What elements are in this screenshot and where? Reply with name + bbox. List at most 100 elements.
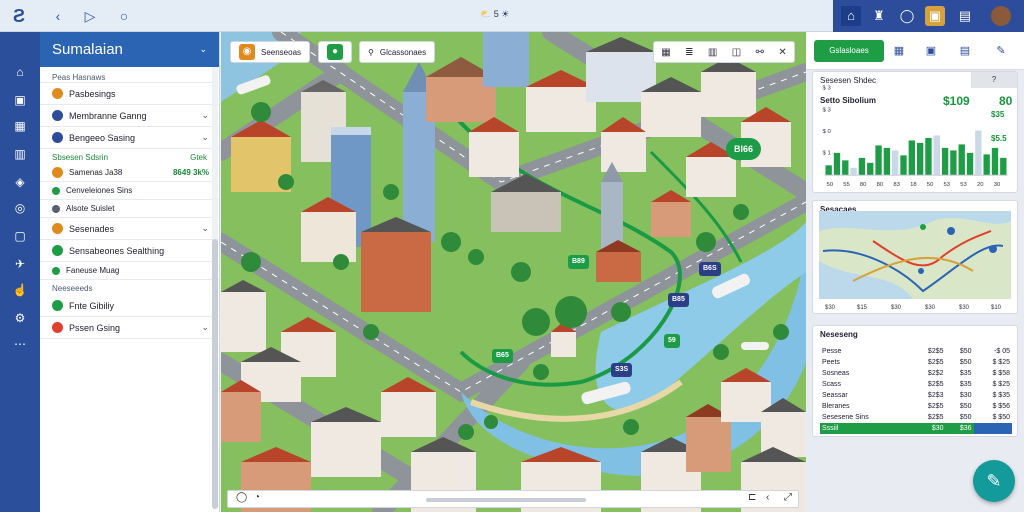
sidebar-item[interactable]: Faneuse Muag [40, 262, 219, 280]
axis-tick: $15 [857, 305, 868, 311]
tile-icon[interactable]: ▣ [10, 90, 30, 110]
map-location-chip[interactable]: ● [318, 41, 352, 63]
chevron-down-icon[interactable]: ⌄ [201, 223, 209, 234]
layers-icon[interactable]: ≣ [685, 47, 693, 58]
edit-icon[interactable]: ✎ [992, 42, 1010, 60]
gear-icon[interactable]: ⚙ [10, 308, 30, 328]
chart-bar[interactable] [916, 142, 924, 176]
map-pin[interactable]: B65 [492, 349, 513, 363]
person-icon[interactable]: ♜ [869, 6, 889, 26]
sidebar-item[interactable]: Pasbesings [40, 83, 219, 105]
briefcase-icon[interactable]: ▦ [10, 116, 30, 136]
chart-bar[interactable] [875, 145, 882, 176]
primary-action-button[interactable]: Gslasloaes [814, 40, 884, 62]
sidebar-item[interactable]: Fnte Gibiliy [40, 295, 219, 317]
back-icon[interactable]: ‹ [48, 6, 68, 26]
chart-bar[interactable] [833, 152, 841, 176]
map-toolbar: ▦ ≣ ▥ ◫ ⚯ ✕ [653, 41, 795, 63]
map-pin[interactable]: 59 [664, 334, 680, 348]
thumbs-up-icon[interactable]: ☝ [10, 280, 30, 300]
ruler-icon[interactable]: ▥ [708, 47, 717, 58]
camera-icon[interactable]: ◫ [732, 47, 741, 58]
table-row[interactable]: Scass $2$5 $35 $ $25 [820, 379, 1012, 390]
close-icon[interactable]: ✕ [778, 47, 786, 58]
chart-bar[interactable] [850, 167, 857, 176]
chart-bar[interactable] [892, 150, 899, 176]
image-icon[interactable]: ▣ [922, 42, 940, 60]
edit-fab-button[interactable]: ✎ [973, 460, 1015, 502]
chart-bar[interactable] [958, 144, 965, 176]
sidebar-item[interactable]: Bengeeo Sasing ⌄ [40, 127, 219, 149]
chart-bar[interactable] [842, 160, 849, 176]
sidebar-stat-item[interactable]: Samenas Ja38 8649 3k% [40, 164, 219, 182]
chart-bar[interactable] [825, 165, 832, 176]
calendar-icon[interactable]: ▤ [955, 6, 975, 26]
sidebar-item[interactable]: Sesenades ⌄ [40, 218, 219, 240]
chart-bar[interactable] [975, 130, 982, 176]
map-pin[interactable]: B85 [668, 293, 689, 307]
zoom-reset-icon[interactable]: ◯ [236, 492, 247, 503]
map-pin[interactable]: B89 [568, 255, 589, 269]
chart-bar[interactable] [983, 154, 990, 176]
table-row[interactable]: Pesse $2$5 $50 -$ 05 [820, 346, 1012, 357]
expand-icon[interactable]: ⊏ [748, 492, 756, 503]
globe-icon[interactable]: ◎ [10, 198, 30, 218]
map-pin[interactable]: B6S [699, 262, 721, 276]
chevron-down-icon[interactable]: ⌄ [199, 44, 207, 55]
chart-bar[interactable] [941, 147, 949, 176]
map-pin[interactable]: Bl66 [726, 138, 762, 160]
fullscreen-icon[interactable]: ⤢ [784, 492, 792, 503]
table-row[interactable]: Seassar $2$3 $30 $ $35 [820, 390, 1012, 401]
table-row[interactable]: Sosneas $2$2 $35 $ $58 [820, 368, 1012, 379]
home-icon[interactable]: ⌂ [841, 6, 861, 26]
document-icon[interactable]: ▤ [956, 42, 974, 60]
chevron-down-icon[interactable]: ⌄ [201, 110, 209, 121]
badge-icon[interactable]: ▣ [925, 6, 945, 26]
chart-bar[interactable] [1000, 157, 1007, 176]
avatar[interactable] [991, 6, 1011, 26]
chevron-down-icon[interactable]: ⌄ [201, 322, 209, 333]
chart-bar[interactable] [925, 137, 932, 176]
table-row[interactable]: Sesesene Sins $2$5 $50 $ $50 [820, 412, 1012, 423]
chat-icon[interactable]: ○ [114, 6, 134, 26]
sidebar-scrollbar[interactable] [212, 67, 218, 509]
map-filter-chip[interactable]: ◉ Seenseoas [230, 41, 311, 63]
sidebar-item[interactable]: Membranne Ganng ⌄ [40, 105, 219, 127]
chart-bar[interactable] [950, 150, 957, 176]
app-logo-icon[interactable]: Ƨ [8, 5, 30, 27]
chevron-down-icon[interactable]: ⌄ [201, 132, 209, 143]
chart-bar[interactable] [858, 157, 866, 176]
history-icon[interactable]: ◔ [254, 492, 260, 503]
sidebar-item[interactable]: Pssen Gsing ⌄ [40, 317, 219, 339]
scrollbar-thumb[interactable] [212, 239, 218, 509]
chart-bar[interactable] [900, 155, 907, 176]
chart-bar[interactable] [933, 135, 940, 176]
play-icon[interactable]: ▷ [80, 6, 100, 26]
more-icon[interactable]: ⋯ [10, 334, 30, 354]
chart-bar[interactable] [966, 152, 974, 176]
map-pin[interactable]: S3S [611, 363, 633, 377]
sidebar-stat-item[interactable]: Cenveleiones Sins [40, 182, 219, 200]
map-icon[interactable]: ◈ [10, 172, 30, 192]
home-icon[interactable]: ⌂ [10, 62, 30, 82]
sidebar-item[interactable]: Sensabeones Sealthing [40, 240, 219, 262]
chevron-left-icon[interactable]: ‹ [766, 492, 769, 503]
chart-icon[interactable]: ▥ [10, 144, 30, 164]
share-icon[interactable]: ⚯ [756, 47, 764, 58]
grid-icon[interactable]: ▦ [890, 42, 908, 60]
sidebar-stat-item[interactable]: Alsote Suislet [40, 200, 219, 218]
table-row[interactable]: Peets $2$5 $50 $ $25 [820, 357, 1012, 368]
settings-panel-icon[interactable]: ▢ [10, 226, 30, 246]
stack-icon[interactable]: ▦ [661, 47, 670, 58]
plane-icon[interactable]: ✈ [10, 254, 30, 274]
chart-bar[interactable] [908, 140, 915, 176]
table-cell: -$ 05 [994, 348, 1010, 355]
table-row[interactable]: Bleranes $2$5 $50 $ $56 [820, 401, 1012, 412]
chart-bar[interactable] [883, 147, 891, 176]
city-map[interactable]: ◉ Seenseoas ● ⚲ Glcassonaes ▦ ≣ ▥ ◫ ⚯ ✕ … [221, 32, 806, 512]
map-search-chip[interactable]: ⚲ Glcassonaes [359, 41, 436, 63]
chart-bar[interactable] [867, 162, 874, 176]
map-scrollbar[interactable] [426, 498, 586, 502]
message-icon[interactable]: ◯ [897, 6, 917, 26]
chart-bar[interactable] [991, 147, 999, 176]
